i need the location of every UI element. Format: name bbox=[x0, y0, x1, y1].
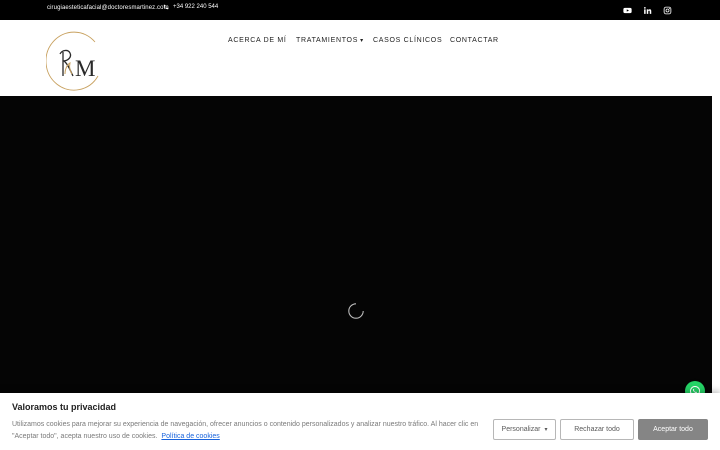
contact-phone-link[interactable]: +34 922 240 544 bbox=[163, 4, 218, 10]
reject-all-button[interactable]: Rechazar todo bbox=[560, 419, 634, 440]
chevron-down-icon: ▾ bbox=[360, 38, 364, 44]
nav-item-casos[interactable]: CASOS CLÍNICOS bbox=[373, 37, 442, 44]
cookie-consent-banner: Valoramos tu privacidad Utilizamos cooki… bbox=[0, 393, 720, 450]
nav-item-label: ACERCA DE MÍ bbox=[228, 37, 287, 44]
instagram-link[interactable] bbox=[661, 4, 673, 16]
accept-all-button[interactable]: Aceptar todo bbox=[638, 419, 708, 440]
cookie-policy-link[interactable]: Política de cookies bbox=[161, 433, 219, 440]
customize-label: Personalizar bbox=[501, 426, 541, 433]
site-logo[interactable]: M bbox=[45, 30, 104, 92]
linkedin-link[interactable] bbox=[641, 4, 653, 16]
site-header: M ACERCA DE MÍ TRATAMIENTOS ▾ CASOS CLÍN… bbox=[0, 20, 720, 96]
nav-item-label: CASOS CLÍNICOS bbox=[373, 37, 443, 44]
contact-email-link[interactable]: cirugiaesteticafacial@doctoresmartinez.c… bbox=[47, 5, 169, 11]
nav-item-acerca[interactable]: ACERCA DE MÍ bbox=[228, 37, 287, 44]
youtube-link[interactable] bbox=[621, 4, 633, 16]
nav-item-label: CONTACTAR bbox=[450, 37, 499, 44]
cookie-banner-title: Valoramos tu privacidad bbox=[12, 402, 117, 412]
loading-spinner-icon bbox=[348, 303, 364, 319]
chevron-down-icon: ▾ bbox=[544, 427, 548, 433]
contact-phone-text: +34 922 240 544 bbox=[173, 4, 219, 10]
nav-item-tratamientos[interactable]: TRATAMIENTOS ▾ bbox=[296, 37, 364, 44]
cookie-banner-text: Utilizamos cookies para mejorar su exper… bbox=[12, 421, 479, 440]
linkedin-icon bbox=[643, 6, 651, 14]
cookie-banner-text-block: Utilizamos cookies para mejorar su exper… bbox=[12, 419, 487, 443]
nav-item-label: TRATAMIENTOS bbox=[296, 37, 359, 44]
nav-item-contactar[interactable]: CONTACTAR bbox=[450, 37, 499, 44]
logo-letter-m: M bbox=[75, 56, 95, 81]
customize-cookies-button[interactable]: Personalizar ▾ bbox=[493, 419, 556, 440]
logo-emblem: M bbox=[45, 31, 99, 91]
phone-icon bbox=[163, 4, 169, 10]
top-bar: cirugiaesteticafacial@doctoresmartinez.c… bbox=[0, 0, 720, 20]
instagram-icon bbox=[663, 6, 671, 14]
youtube-icon bbox=[622, 7, 632, 13]
